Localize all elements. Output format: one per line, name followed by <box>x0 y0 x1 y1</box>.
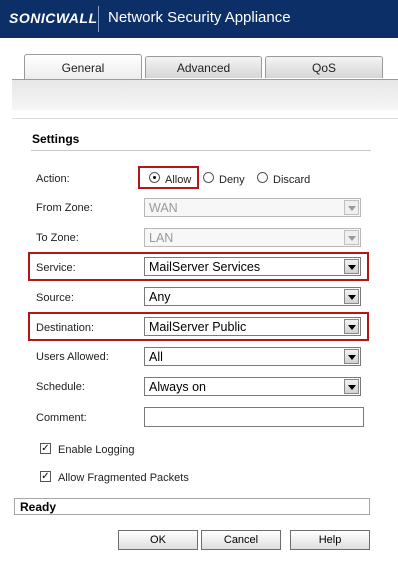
tab-general[interactable]: General <box>24 54 142 80</box>
chevron-down-icon <box>344 200 359 215</box>
chevron-down-icon[interactable] <box>344 259 359 274</box>
schedule-value: Always on <box>149 380 206 394</box>
service-select[interactable]: MailServer Services <box>144 257 361 276</box>
service-value: MailServer Services <box>149 260 261 274</box>
comment-label: Comment: <box>36 412 87 424</box>
to-zone-select: LAN <box>144 228 361 247</box>
chevron-down-icon[interactable] <box>344 319 359 334</box>
schedule-label: Schedule: <box>36 381 85 393</box>
tab-qos[interactable]: QoS <box>265 56 383 78</box>
tab-content-header <box>12 80 398 110</box>
service-label: Service: <box>36 262 76 274</box>
enable-logging-label[interactable]: Enable Logging <box>58 444 134 456</box>
destination-value: MailServer Public <box>149 320 247 334</box>
from-zone-select: WAN <box>144 198 361 217</box>
action-deny-label[interactable]: Deny <box>219 174 245 186</box>
allow-fragmented-label[interactable]: Allow Fragmented Packets <box>58 472 189 484</box>
tab-bar: General Advanced QoS <box>0 52 398 80</box>
chevron-down-icon <box>344 230 359 245</box>
to-zone-label: To Zone: <box>36 232 79 244</box>
settings-heading: Settings <box>32 132 80 146</box>
status-text: Ready <box>20 500 57 514</box>
enable-logging-checkbox[interactable]: ✓ <box>40 443 51 454</box>
tab-content-divider <box>12 110 398 119</box>
app-title: Network Security Appliance <box>108 9 291 26</box>
app-header: SONICWALL Network Security Appliance <box>0 0 398 38</box>
destination-label: Destination: <box>36 322 95 334</box>
settings-rule <box>31 150 371 151</box>
action-allow-radio[interactable] <box>149 172 160 183</box>
chevron-down-icon[interactable] <box>344 379 359 394</box>
action-label: Action: <box>36 173 70 185</box>
source-label: Source: <box>36 292 74 304</box>
users-allowed-select[interactable]: All <box>144 347 361 366</box>
comment-input[interactable] <box>144 407 364 427</box>
chevron-down-icon[interactable] <box>344 289 359 304</box>
source-value: Any <box>149 290 171 304</box>
from-zone-value: WAN <box>149 201 178 215</box>
from-zone-label: From Zone: <box>36 202 93 214</box>
action-allow-label[interactable]: Allow <box>165 174 191 186</box>
status-bar: Ready <box>14 498 370 515</box>
ok-button[interactable]: OK <box>118 530 198 550</box>
sonicwall-logo: SONICWALL <box>9 10 98 26</box>
action-discard-radio[interactable] <box>257 172 268 183</box>
schedule-select[interactable]: Always on <box>144 377 361 396</box>
to-zone-value: LAN <box>149 231 174 245</box>
chevron-down-icon[interactable] <box>344 349 359 364</box>
action-deny-radio[interactable] <box>203 172 214 183</box>
header-divider <box>98 6 99 32</box>
cancel-button[interactable]: Cancel <box>201 530 281 550</box>
allow-fragmented-checkbox[interactable]: ✓ <box>40 471 51 482</box>
users-allowed-value: All <box>149 350 163 364</box>
source-select[interactable]: Any <box>144 287 361 306</box>
action-discard-label[interactable]: Discard <box>273 174 310 186</box>
destination-select[interactable]: MailServer Public <box>144 317 361 336</box>
help-button[interactable]: Help <box>290 530 370 550</box>
tab-advanced[interactable]: Advanced <box>145 56 262 78</box>
users-allowed-label: Users Allowed: <box>36 351 109 363</box>
